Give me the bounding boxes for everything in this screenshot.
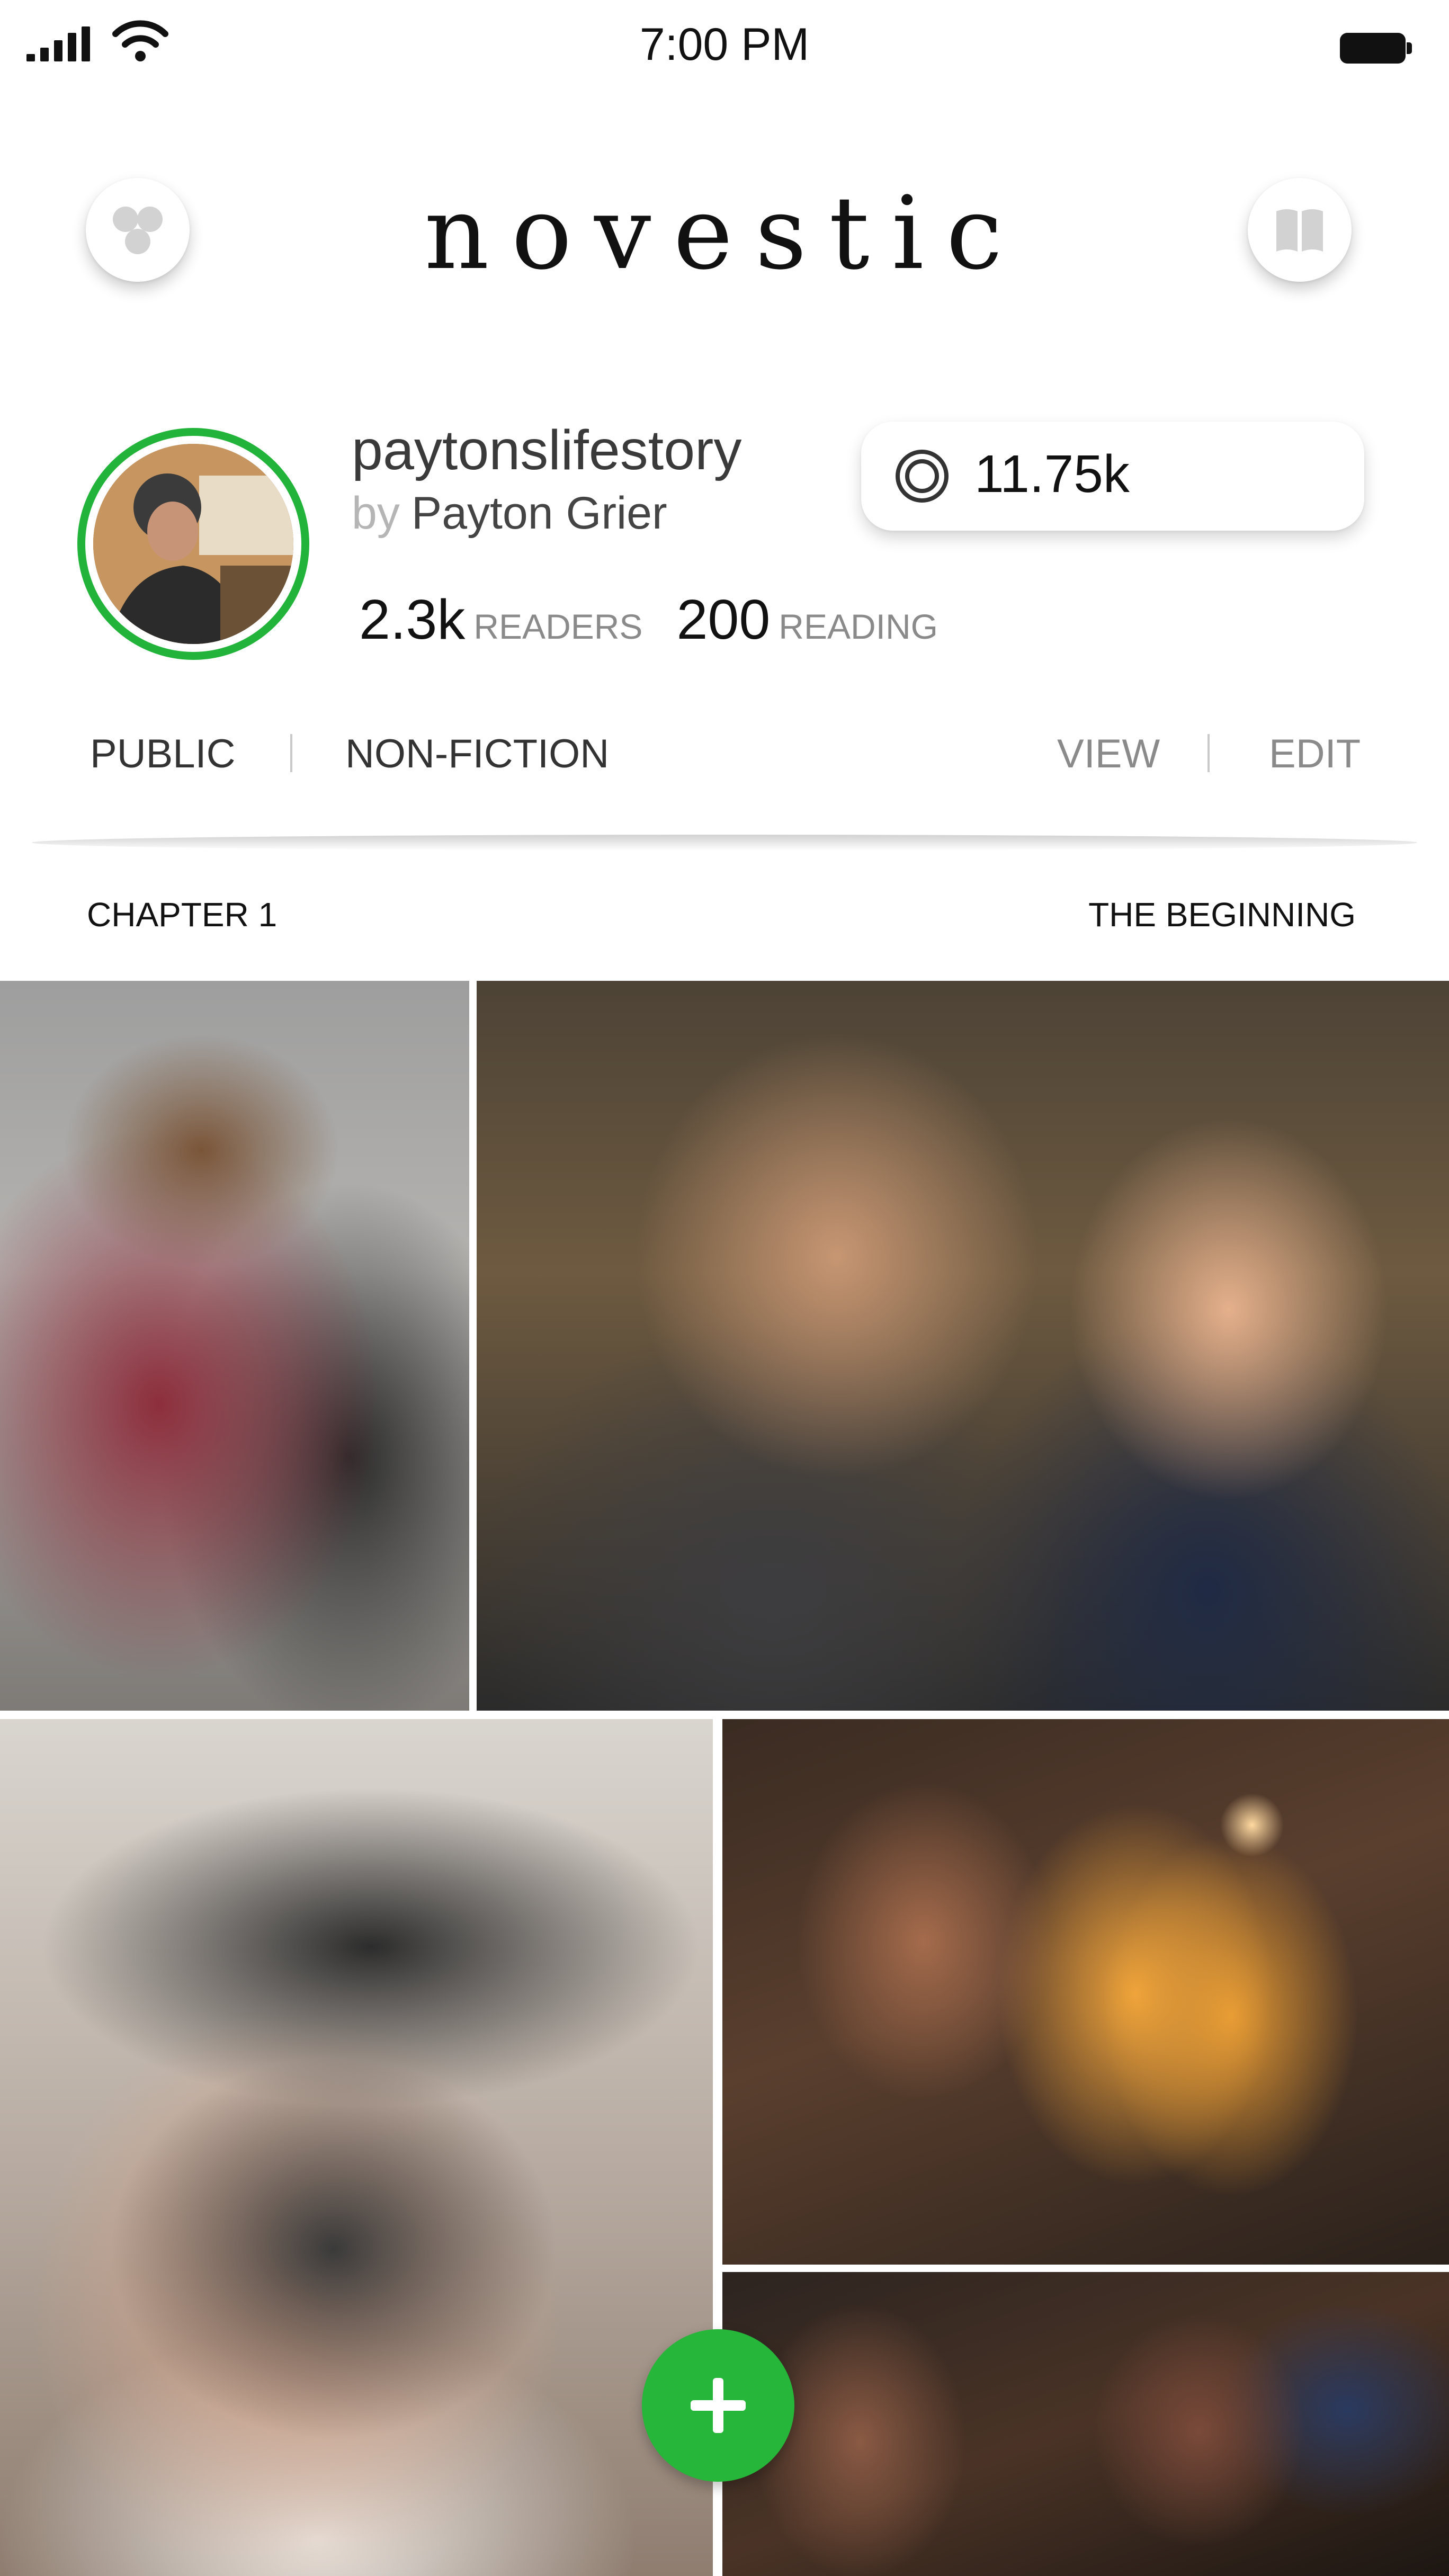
plus-icon xyxy=(691,2378,746,2433)
coin-balance: 11.75k xyxy=(974,444,1130,504)
username[interactable]: paytonslifestory xyxy=(352,418,741,482)
status-time: 7:00 PM xyxy=(639,19,810,70)
by-prefix: by xyxy=(352,488,400,539)
coin-icon xyxy=(896,450,949,503)
library-button[interactable] xyxy=(1248,178,1352,282)
author-byline: by Payton Grier xyxy=(352,487,667,540)
circles-icon xyxy=(113,207,163,254)
photo-two-friends[interactable] xyxy=(477,981,1449,1711)
reading-count: 200 xyxy=(676,588,771,651)
readers-label: READERS xyxy=(473,607,643,646)
brand-logo: novestic xyxy=(424,175,1025,292)
add-button[interactable] xyxy=(642,2329,794,2482)
photo-dinner-party[interactable] xyxy=(722,2272,1449,2576)
story-tabs: PUBLIC NON-FICTION VIEW EDIT xyxy=(0,731,1449,800)
tab-divider xyxy=(290,734,292,772)
photo-camera-woman[interactable] xyxy=(0,1719,713,2576)
photo-couple-hugging[interactable] xyxy=(0,981,469,1711)
status-bar: 7:00 PM xyxy=(0,0,1449,90)
tab-divider xyxy=(1208,734,1210,772)
tab-edit[interactable]: EDIT xyxy=(1269,731,1361,777)
avatar[interactable] xyxy=(93,444,293,644)
author-name[interactable]: Payton Grier xyxy=(412,488,667,539)
book-icon xyxy=(1276,209,1323,252)
tab-view[interactable]: VIEW xyxy=(1057,731,1160,777)
tab-genre[interactable]: NON-FICTION xyxy=(345,731,609,777)
coins-pill[interactable]: 11.75k xyxy=(861,422,1364,531)
section-divider xyxy=(32,835,1417,851)
tab-public[interactable]: PUBLIC xyxy=(90,731,236,777)
reading-label: READING xyxy=(779,607,938,646)
readers-count: 2.3k xyxy=(359,588,466,651)
avatar-photo xyxy=(93,444,293,644)
chapter-label: CHAPTER 1 xyxy=(87,896,278,934)
profile-stats: 2.3k READERS 200 READING xyxy=(359,588,972,652)
chapter-title: THE BEGINNING xyxy=(1088,896,1356,934)
photo-cheers[interactable] xyxy=(722,1719,1449,2265)
menu-button[interactable] xyxy=(86,178,190,282)
battery-icon xyxy=(1340,33,1414,64)
